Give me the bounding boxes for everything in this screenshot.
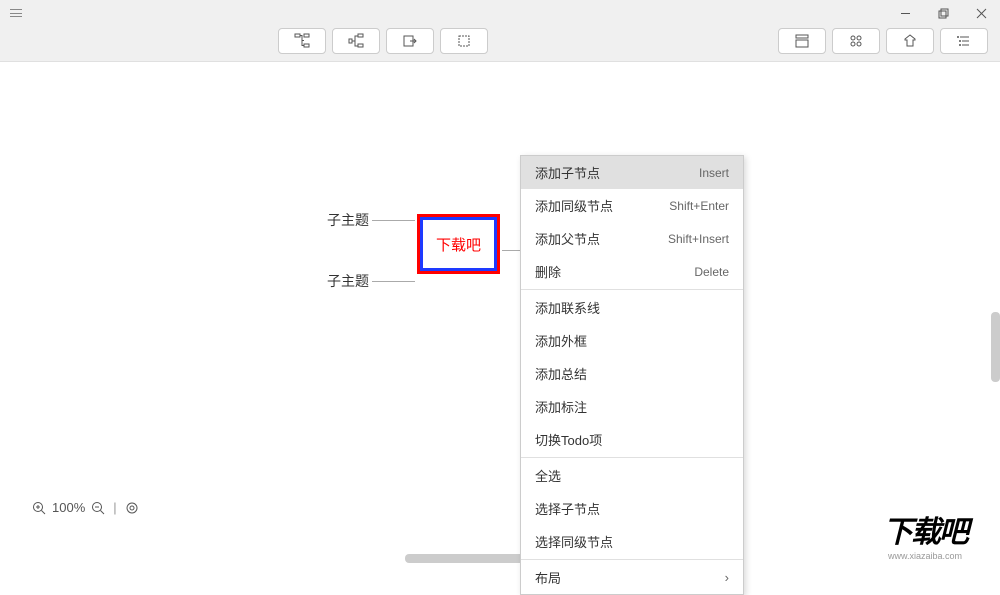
menu-item-label: 添加标注: [535, 397, 587, 416]
menu-add-callout[interactable]: 添加标注: [521, 390, 743, 423]
toolbar: [0, 26, 1000, 62]
menu-item-label: 添加外框: [535, 331, 587, 350]
menu-item-label: 添加子节点: [535, 163, 600, 182]
toolbar-right-group: [778, 28, 988, 54]
menu-divider: [521, 559, 743, 560]
maximize-button[interactable]: [924, 0, 962, 26]
layout-button[interactable]: [778, 28, 826, 54]
close-button[interactable]: [962, 0, 1000, 26]
vertical-scrollbar[interactable]: [991, 312, 1000, 382]
horizontal-scrollbar[interactable]: [405, 554, 525, 563]
menu-divider: [521, 457, 743, 458]
menu-select-children[interactable]: 选择子节点: [521, 492, 743, 525]
add-sibling-node-button[interactable]: [332, 28, 380, 54]
menu-item-label: 删除: [535, 262, 561, 281]
context-menu: 添加子节点 Insert 添加同级节点 Shift+Enter 添加父节点 Sh…: [520, 155, 744, 595]
selection-button[interactable]: [440, 28, 488, 54]
export-button[interactable]: [386, 28, 434, 54]
menu-add-child-node[interactable]: 添加子节点 Insert: [521, 156, 743, 189]
watermark-text: 下载吧: [883, 507, 967, 551]
menu-select-siblings[interactable]: 选择同级节点: [521, 525, 743, 558]
chevron-right-icon: ›: [725, 570, 729, 585]
fit-view-icon[interactable]: [125, 501, 139, 515]
menu-item-shortcut: Delete: [694, 265, 729, 279]
hamburger-menu-icon[interactable]: [0, 0, 26, 26]
menu-add-parent-node[interactable]: 添加父节点 Shift+Insert: [521, 222, 743, 255]
menu-select-all[interactable]: 全选: [521, 459, 743, 492]
menu-add-connection[interactable]: 添加联系线: [521, 291, 743, 324]
divider: |: [113, 500, 116, 515]
menu-item-label: 全选: [535, 466, 561, 485]
menu-add-boundary[interactable]: 添加外框: [521, 324, 743, 357]
zoom-out-icon[interactable]: [91, 501, 105, 515]
sub-node[interactable]: 子主题: [327, 210, 369, 230]
menu-item-label: 布局: [535, 568, 561, 587]
connector: [502, 250, 522, 251]
menu-delete[interactable]: 删除 Delete: [521, 255, 743, 288]
central-node-label: 下载吧: [423, 220, 494, 268]
style-button[interactable]: [886, 28, 934, 54]
connector: [372, 281, 415, 282]
menu-layout[interactable]: 布局 ›: [521, 561, 743, 594]
toolbar-left-group: [278, 28, 488, 54]
menu-item-label: 切换Todo项: [535, 430, 602, 449]
menu-item-label: 选择同级节点: [535, 532, 613, 551]
menu-add-sibling-node[interactable]: 添加同级节点 Shift+Enter: [521, 189, 743, 222]
window-controls: [886, 0, 1000, 26]
zoom-in-icon[interactable]: [32, 501, 46, 515]
menu-item-label: 选择子节点: [535, 499, 600, 518]
add-child-node-button[interactable]: [278, 28, 326, 54]
mindmap-canvas[interactable]: 下载吧 子主题 子主题 子主题 100% |: [0, 62, 1000, 563]
watermark: 下载吧 www.xiazaiba.com: [850, 505, 1000, 563]
minimize-button[interactable]: [886, 0, 924, 26]
menu-item-label: 添加总结: [535, 364, 587, 383]
watermark-url: www.xiazaiba.com: [888, 551, 962, 561]
menu-item-shortcut: Shift+Enter: [669, 199, 729, 213]
menu-item-label: 添加父节点: [535, 229, 600, 248]
title-bar: [0, 0, 1000, 26]
menu-divider: [521, 289, 743, 290]
zoom-level: 100%: [52, 500, 85, 515]
connector: [372, 220, 415, 221]
menu-item-shortcut: Insert: [699, 166, 729, 180]
menu-item-label: 添加联系线: [535, 298, 600, 317]
outline-button[interactable]: [940, 28, 988, 54]
menu-item-shortcut: Shift+Insert: [668, 232, 729, 246]
menu-toggle-todo[interactable]: 切换Todo项: [521, 423, 743, 456]
shortcut-button[interactable]: [832, 28, 880, 54]
zoom-controls: 100% |: [32, 500, 139, 515]
menu-add-summary[interactable]: 添加总结: [521, 357, 743, 390]
menu-item-label: 添加同级节点: [535, 196, 613, 215]
sub-node[interactable]: 子主题: [327, 271, 369, 291]
central-node[interactable]: 下载吧: [417, 214, 500, 274]
